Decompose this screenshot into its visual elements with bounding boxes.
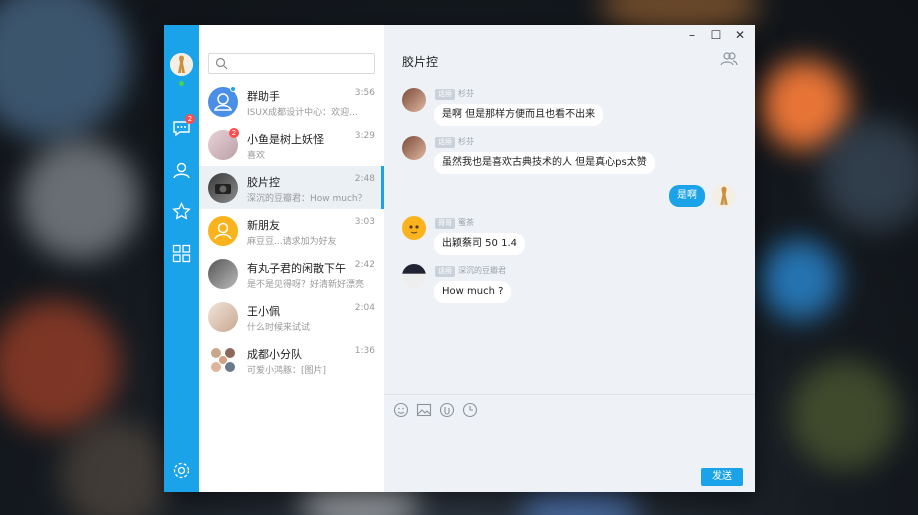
input-divider (384, 394, 755, 395)
member-tag: 哥哥 (435, 218, 455, 229)
sender-avatar[interactable] (402, 136, 426, 160)
message-meta: 话痨 杉芬 (435, 136, 474, 148)
message-bubble: 是啊 但是那样方便而且也看不出来 (434, 104, 604, 126)
new-friend-avatar (208, 216, 238, 246)
sender-name: 深沉的豆瓣君 (458, 266, 506, 275)
conversation-preview: ISUX成都设计中心：欢迎... (247, 108, 358, 118)
conversation-preview: 喜欢 (247, 151, 266, 161)
sender-avatar[interactable] (402, 88, 426, 112)
conversation-item[interactable]: 王小佩 什么时候来试试 2:04 (199, 295, 384, 338)
search-input[interactable] (208, 53, 375, 74)
conversation-preview: 麻豆豆...请求加为好友 (247, 237, 337, 247)
conversation-item[interactable]: 成都小分队 可爱小鸿豚：[图片] 1:36 (199, 338, 384, 381)
chat-panel: 胶片控 话痨 杉芬 是啊 但是那样方便而且也看不出来 话痨 杉芬 虽然我也是喜欢古典… (384, 25, 755, 492)
conversation-item[interactable]: 新朋友 麻豆豆...请求加为好友 3:03 (199, 209, 384, 252)
conversation-name: 群助手 (247, 90, 280, 103)
image-icon[interactable] (416, 402, 432, 418)
message-meta: 哥哥 蜜茶 (435, 217, 474, 229)
chat-window: 2 群助手 ISUX成都设计中心：欢迎... 3:56 2 小鱼是树上妖怪 喜欢… (164, 25, 755, 492)
conversation-name: 王小佩 (247, 305, 280, 318)
message-bubble: 虽然我也是喜欢古典技术的人 但是真心ps太赞 (434, 152, 655, 174)
my-message-avatar[interactable] (712, 184, 736, 208)
conversation-name: 小鱼是树上妖怪 (247, 133, 324, 146)
sender-name: 杉芬 (458, 137, 474, 146)
send-button[interactable]: 发送 (701, 468, 743, 486)
conversation-preview: 什么时候来试试 (247, 323, 311, 333)
conversation-list: 群助手 ISUX成都设计中心：欢迎... 3:56 2 小鱼是树上妖怪 喜欢 3… (199, 25, 384, 492)
conversation-preview: 深沉的豆瓣君：How much？ (247, 194, 367, 204)
member-tag: 话痨 (435, 89, 455, 100)
conversation-time: 3:03 (354, 217, 375, 227)
conversation-preview: 是不是见得呀？好清新好漂亮 (247, 280, 365, 290)
maximize-button[interactable]: ☐ (705, 27, 727, 43)
contacts-icon[interactable] (171, 160, 192, 181)
my-message-bubble: 是啊 (669, 185, 705, 207)
chat-title: 胶片控 (402, 55, 439, 69)
sender-avatar[interactable] (402, 216, 426, 240)
conversation-time: 2:04 (354, 303, 375, 313)
conversation-item-active[interactable]: 胶片控 深沉的豆瓣君：How much？ 2:48 (199, 166, 384, 209)
contact-avatar (208, 259, 238, 289)
conversation-item[interactable]: 2 小鱼是树上妖怪 喜欢 3:29 (199, 123, 384, 166)
conversation-preview: 可爱小鸿豚：[图片] (247, 366, 327, 376)
sender-avatar[interactable] (402, 264, 426, 288)
message-meta: 话痨 杉芬 (435, 88, 474, 100)
history-icon[interactable] (462, 402, 478, 418)
close-button[interactable]: ✕ (729, 27, 751, 43)
message-meta: 话痨 深沉的豆瓣君 (435, 265, 506, 277)
emoji-icon[interactable] (393, 402, 409, 418)
chat-unread-badge: 2 (185, 114, 195, 124)
conversation-time: 1:36 (354, 346, 375, 356)
conversation-item[interactable]: 有丸子君的闲散下午 是不是见得呀？好清新好漂亮 2:42 (199, 252, 384, 295)
group-avatar-collage (208, 345, 238, 375)
sender-name: 蜜茶 (458, 218, 474, 227)
unread-badge: 2 (229, 128, 239, 138)
conversation-time: 3:56 (354, 88, 375, 98)
member-tag: 话痨 (435, 266, 455, 277)
favorites-icon[interactable] (171, 201, 192, 222)
search-icon (215, 57, 228, 70)
conversation-name: 有丸子君的闲散下午 (247, 262, 346, 275)
member-tag: 话痨 (435, 137, 455, 148)
file-icon[interactable] (439, 402, 455, 418)
settings-icon[interactable] (171, 460, 192, 481)
conversation-time: 2:48 (354, 174, 375, 184)
conversation-name: 成都小分队 (247, 348, 302, 361)
conversation-time: 3:29 (354, 131, 375, 141)
my-avatar[interactable] (170, 53, 193, 76)
conversation-item[interactable]: 群助手 ISUX成都设计中心：欢迎... 3:56 (199, 80, 384, 123)
conversation-time: 2:42 (354, 260, 375, 270)
minimize-button[interactable]: – (681, 27, 703, 43)
online-status-dot (179, 81, 184, 86)
message-bubble: 出颖蔡司 50 1.4 (434, 233, 525, 255)
group-members-icon[interactable] (720, 51, 738, 71)
sidebar: 2 (164, 25, 199, 492)
conversation-name: 胶片控 (247, 176, 280, 189)
sender-name: 杉芬 (458, 89, 474, 98)
film-group-avatar (208, 173, 238, 203)
message-bubble: How much ? (434, 281, 512, 303)
contact-avatar (208, 302, 238, 332)
conversation-name: 新朋友 (247, 219, 280, 232)
apps-icon[interactable] (171, 243, 192, 264)
new-dot-badge (230, 86, 236, 92)
